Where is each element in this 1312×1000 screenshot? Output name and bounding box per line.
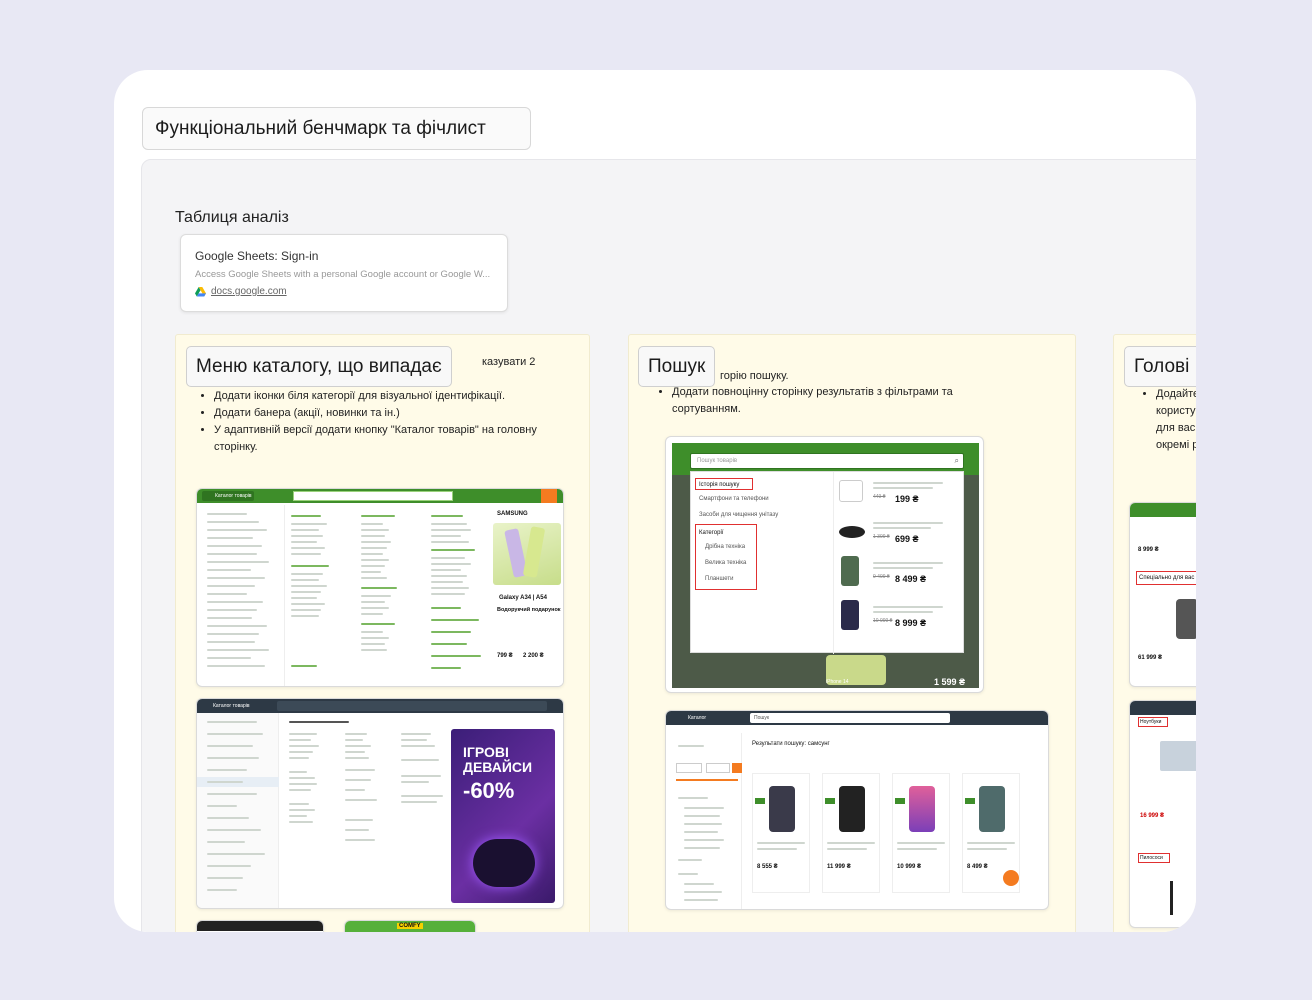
search-dropdown-panel: Історія пошуку Смартфони та телефони Зас… <box>690 471 964 654</box>
bullet-list-home: Додайте користу для вас окремі р <box>1138 386 1196 454</box>
bullet-item: У адаптивній версії додати кнопку "Катал… <box>214 422 576 456</box>
personal-banner-label: Спеціально для вас <box>1139 575 1195 581</box>
screenshot-home-1[interactable]: 8 999 ₴ Спеціально для вас 61 999 ₴ <box>1129 502 1196 687</box>
search-field-value: Пошук <box>754 715 770 721</box>
frame-text-fragment: казувати 2 <box>482 356 536 368</box>
old-price: 10 999 ₴ <box>873 618 893 624</box>
site-header-bar: Каталог Пошук <box>666 711 1048 725</box>
product-price: 8 499 ₴ <box>895 574 927 584</box>
category-item[interactable]: Дрібна техніка <box>705 544 745 550</box>
board-window: Функціональний бенчмарк та фічлист Табли… <box>114 70 1196 932</box>
bullet-list-catalog: Додати іконки біля категорії для візуаль… <box>196 388 576 456</box>
screenshot-search-results[interactable]: Каталог Пошук Результати пошуку: самсунг <box>665 710 1049 910</box>
link-description: Access Google Sheets with a personal Goo… <box>195 269 491 280</box>
bullet-list-search: Додати повноцінну сторінку результатів з… <box>654 384 984 418</box>
old-price: 9 499 ₴ <box>873 574 890 580</box>
categories-label: Категорії <box>699 530 724 536</box>
comfy-label: COMFY <box>397 923 423 929</box>
product-price: 10 999 ₴ <box>897 864 922 870</box>
chat-fab-icon[interactable] <box>1003 870 1019 886</box>
samsung-promo-banner[interactable]: SAMSUNG Galaxy A34 | A54 Водорукчий пода… <box>489 505 563 686</box>
search-icon: ⌕ <box>954 456 959 465</box>
product-card[interactable]: 8 499 ₴ <box>962 773 1020 893</box>
frame-label-home[interactable]: Голові <box>1124 346 1196 387</box>
bottom-product-price: 1 599 ₴ <box>934 677 966 687</box>
site-header-bar: Каталог товарів <box>197 489 563 503</box>
screenshot-mobile-2[interactable]: COMFY <box>344 920 476 932</box>
bullet-continuation: для вас <box>1156 422 1196 434</box>
category-item[interactable]: Велика техніка <box>705 560 746 566</box>
link-domain[interactable]: docs.google.com <box>211 286 287 297</box>
link-preview-card[interactable]: Google Sheets: Sign-in Access Google She… <box>180 234 508 312</box>
link-title: Google Sheets: Sign-in <box>195 249 319 263</box>
promo-price-2: 2 200 ₴ <box>523 653 544 659</box>
link-domain-row[interactable]: docs.google.com <box>195 286 493 297</box>
old-price: 1 399 ₴ <box>873 534 890 540</box>
search-placeholder: Пошук товарів <box>697 458 738 464</box>
promo-discount: -60% <box>463 778 515 803</box>
screenshot-catalog-dropdown[interactable]: Каталог товарів SAMSUNG Galaxy A34 | A54… <box>196 488 564 687</box>
results-title: Результати пошуку: самсунг <box>752 741 830 747</box>
frame-text-fragment: горію пошуку. <box>720 370 789 382</box>
catalog-button-label: Каталог товарів <box>215 493 252 499</box>
promo-title: Galaxy A34 | A54 <box>499 595 547 601</box>
site-header-bar <box>1130 701 1196 715</box>
bullet-continuation: користу <box>1156 405 1196 417</box>
product-price: 8 999 ₴ <box>1138 547 1159 553</box>
screenshot-mobile-1[interactable] <box>196 920 324 932</box>
product-price: 16 999 ₴ <box>1140 813 1165 819</box>
frame-label-catalog[interactable]: Меню каталогу, що випадає <box>186 346 452 387</box>
product-price: 8 999 ₴ <box>895 618 927 628</box>
screenshot-search-dropdown[interactable]: Пошук товарів ⌕ Історія пошуку Смартфони… <box>665 436 984 693</box>
product-price: 61 999 ₴ <box>1138 655 1163 661</box>
catalog-button-label: Каталог товарів <box>213 703 250 709</box>
history-item[interactable]: Засоби для чищення унітазу <box>699 512 778 518</box>
history-item[interactable]: Смартфони та телефони <box>699 496 769 502</box>
product-price: 199 ₴ <box>895 494 919 504</box>
bullet-item: Додайте <box>1156 386 1196 403</box>
category-item[interactable]: Планшети <box>705 576 734 582</box>
bullet-item: Додати повноцінну сторінку результатів з… <box>672 384 984 418</box>
bullet-continuation: окремі р <box>1156 439 1196 451</box>
promo-line-1: ІГРОВІ <box>463 744 509 760</box>
catalog-button-label: Каталог <box>688 715 707 721</box>
old-price: 449 ₴ <box>873 494 886 500</box>
promo-brand: SAMSUNG <box>497 511 528 517</box>
screenshot-catalog-dark[interactable]: Каталог товарів ІГРОВІ ДЕВАЙСИ -60% <box>196 698 564 909</box>
site-header-bar <box>1130 503 1196 517</box>
site-search-field <box>293 491 453 501</box>
google-drive-icon <box>195 286 206 297</box>
promo-price-1: 799 ₴ <box>497 653 513 659</box>
frame-label-search[interactable]: Пошук <box>638 346 716 387</box>
bullet-item: Додати іконки біля категорії для візуаль… <box>214 388 576 405</box>
product-price: 699 ₴ <box>895 534 919 544</box>
product-card[interactable]: 8 555 ₴ <box>752 773 810 893</box>
screenshot-home-2[interactable]: Ноутбуки 16 999 ₴ Пилососи <box>1129 700 1196 928</box>
gaming-promo-banner[interactable]: ІГРОВІ ДЕВАЙСИ -60% <box>451 729 555 903</box>
section-label: Таблиця аналіз <box>175 209 289 226</box>
board-title[interactable]: Функціональний бенчмарк та фічлист <box>142 107 531 150</box>
product-card[interactable]: 10 999 ₴ <box>892 773 950 893</box>
product-price: 11 999 ₴ <box>827 864 851 870</box>
history-label: Історія пошуку <box>699 482 740 488</box>
bullet-item: Додати банера (акції, новинки та ін.) <box>214 405 576 422</box>
product-price: 8 499 ₴ <box>967 864 988 870</box>
product-price: 8 555 ₴ <box>757 864 778 870</box>
site-header-bar: Каталог товарів <box>197 699 563 713</box>
bottom-product-label: iPhone 14 <box>826 679 849 685</box>
promo-line-2: ДЕВАЙСИ <box>463 759 533 775</box>
vacuums-label: Пилососи <box>1140 855 1163 861</box>
promo-subtitle: Водорукчий подарунок <box>497 607 561 613</box>
product-card[interactable]: 11 999 ₴ <box>822 773 880 893</box>
laptops-label: Ноутбуки <box>1140 719 1162 725</box>
